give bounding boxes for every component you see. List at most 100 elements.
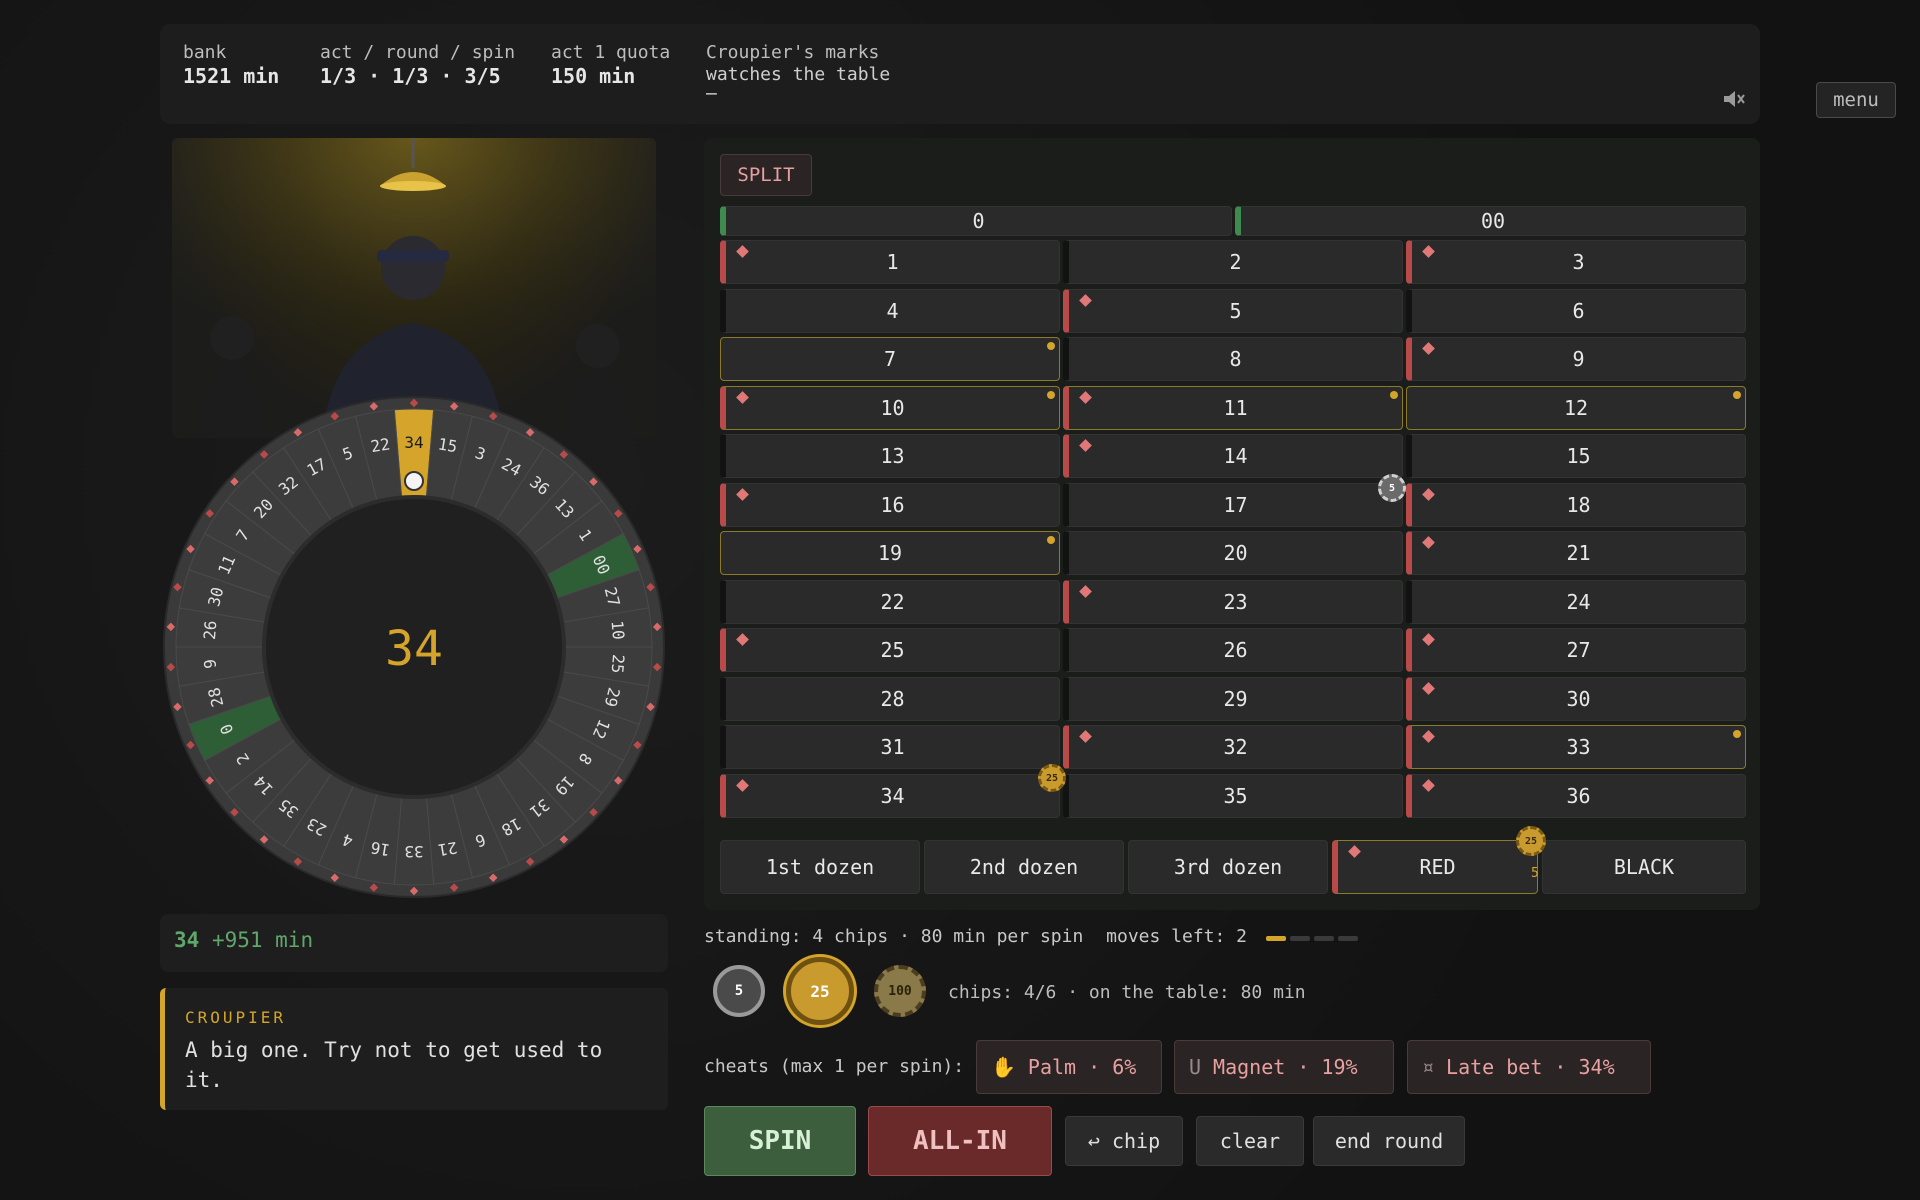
cell-33[interactable]: 33 (1406, 725, 1746, 769)
cell-25[interactable]: 25 (720, 628, 1060, 672)
cell-15[interactable]: 15 (1406, 434, 1746, 478)
cell-27[interactable]: 27 (1406, 628, 1746, 672)
chip-5-button[interactable]: 5 (713, 965, 765, 1017)
result-number: 34 (174, 928, 200, 952)
board-chip[interactable]: 25 (1516, 826, 1546, 856)
diamond-icon (1348, 845, 1361, 858)
cell-35[interactable]: 35 (1063, 773, 1403, 818)
cell-number: 30 (1566, 686, 1591, 711)
cell-29[interactable]: 29 (1063, 676, 1403, 721)
cell-31[interactable]: 31 (720, 725, 1060, 769)
cell-13[interactable]: 13 (720, 434, 1060, 478)
cell-36[interactable]: 36 (1406, 773, 1746, 818)
chip-25-button[interactable]: 25 (786, 957, 854, 1025)
bank-stat: bank 1521 min (183, 42, 279, 88)
cell-11[interactable]: 11 (1063, 385, 1403, 430)
cell-12[interactable]: 12 (1406, 385, 1746, 430)
cheat-magnet-button[interactable]: U Magnet · 19% (1174, 1040, 1394, 1094)
cheat-palm-button[interactable]: ✋ Palm · 6% (976, 1040, 1162, 1094)
cell-6[interactable]: 6 (1406, 288, 1746, 333)
progress-stat: act / round / spin 1/3 · 1/3 · 3/5 (320, 42, 515, 88)
progress-label: act / round / spin (320, 42, 516, 63)
outside-bet-1st-dozen[interactable]: 1st dozen (720, 840, 920, 894)
bank-value: 1521 min (183, 64, 280, 88)
cell-double-zero[interactable]: 00 (1235, 206, 1746, 236)
cell-23[interactable]: 23 (1063, 579, 1403, 624)
cell-18[interactable]: 18 (1406, 482, 1746, 527)
bet-mode-button[interactable]: SPLIT (720, 154, 812, 196)
cell-zero[interactable]: 0 (720, 206, 1232, 236)
cell-7[interactable]: 7 (720, 337, 1060, 381)
cell-16[interactable]: 16 (720, 482, 1060, 527)
cell-1[interactable]: 1 (720, 240, 1060, 284)
board-chip-value: 25 (1524, 835, 1538, 847)
board-chip[interactable]: 25 (1038, 764, 1066, 792)
move-pip (1338, 936, 1358, 941)
outside-bet-3rd-dozen[interactable]: 3rd dozen (1128, 840, 1328, 894)
spin-button[interactable]: SPIN (704, 1106, 856, 1176)
cell-number: 28 (880, 686, 905, 711)
hand-icon: ✋ (991, 1055, 1016, 1079)
cell-24[interactable]: 24 (1406, 579, 1746, 624)
clear-button[interactable]: clear (1196, 1116, 1304, 1166)
cell-20[interactable]: 20 (1063, 531, 1403, 575)
cell-2[interactable]: 2 (1063, 240, 1403, 284)
cell-28[interactable]: 28 (720, 676, 1060, 721)
outside-bet-label: 2nd dozen (969, 855, 1079, 879)
marked-dot-icon (1733, 390, 1741, 399)
betting-board: SPLIT 0 00 1 2 3 4 5 6 7 8 9 10 11 12 13 14 15 16 17 18 19… (704, 138, 1760, 910)
cell-number: 36 (1566, 783, 1591, 808)
diamond-icon (1422, 487, 1435, 501)
magnet-icon: U (1189, 1055, 1202, 1079)
cell-number: 5 (1229, 298, 1242, 323)
speaker-muted-icon[interactable] (1722, 88, 1746, 116)
cell-3[interactable]: 3 (1406, 240, 1746, 284)
chip-100-button[interactable]: 100 (874, 965, 926, 1017)
undo-chip-button[interactable]: ↩ chip (1065, 1116, 1183, 1166)
cell-22[interactable]: 22 (720, 579, 1060, 624)
all-in-button[interactable]: ALL-IN (868, 1106, 1052, 1176)
marks-value: watches the table (706, 64, 891, 85)
moves-left: moves left: 2 (1106, 926, 1248, 947)
cell-number: 3 (1572, 250, 1585, 274)
cell-8[interactable]: 8 (1063, 337, 1403, 381)
marks-label: Croupier's marks (706, 42, 880, 63)
cell-number: 13 (880, 444, 905, 468)
cell-number: 6 (1572, 298, 1585, 323)
cell-32[interactable]: 32 (1063, 725, 1403, 769)
cell-19[interactable]: 19 (720, 531, 1060, 575)
cell-10[interactable]: 10 (720, 385, 1060, 430)
outside-bet-red[interactable]: RED (1332, 840, 1538, 894)
cell-17[interactable]: 17 (1063, 482, 1403, 527)
cell-number: 15 (1566, 444, 1591, 468)
cheat-late-bet-button[interactable]: ¤ Late bet · 34% (1407, 1040, 1651, 1094)
cell-number: 8 (1229, 347, 1242, 371)
croupier-name: CROUPIER (185, 1008, 287, 1027)
cell-4[interactable]: 4 (720, 288, 1060, 333)
cell-34[interactable]: 34 (720, 773, 1060, 818)
cell-26[interactable]: 26 (1063, 628, 1403, 672)
cell-21[interactable]: 21 (1406, 531, 1746, 575)
diamond-icon (1422, 730, 1435, 743)
board-chip[interactable]: 5 (1378, 474, 1406, 502)
outside-bet-2nd-dozen[interactable]: 2nd dozen (924, 840, 1124, 894)
cell-9[interactable]: 9 (1406, 337, 1746, 381)
wheel-graphic: 34 15 324361310027102529128193118621331642… (163, 396, 665, 898)
bank-label: bank (183, 42, 227, 63)
end-round-button[interactable]: end round (1313, 1116, 1465, 1166)
marked-dot-icon (1390, 390, 1398, 399)
diamond-icon (1422, 536, 1435, 549)
cell-number: 26 (1223, 638, 1248, 662)
cell-14[interactable]: 14 (1063, 434, 1403, 478)
wheel-result: 34 (385, 621, 443, 677)
cell-number: 34 (880, 783, 905, 808)
outside-bet-black[interactable]: BLACK (1542, 840, 1746, 894)
progress-value: 1/3 · 1/3 · 3/5 (320, 64, 501, 88)
diamond-icon (1422, 681, 1435, 695)
cell-number: 27 (1566, 638, 1591, 662)
wheel-number: 15 (437, 434, 459, 456)
cell-number: 7 (883, 347, 897, 371)
cell-5[interactable]: 5 (1063, 288, 1403, 333)
cell-30[interactable]: 30 (1406, 676, 1746, 721)
menu-button[interactable]: menu (1816, 82, 1896, 118)
